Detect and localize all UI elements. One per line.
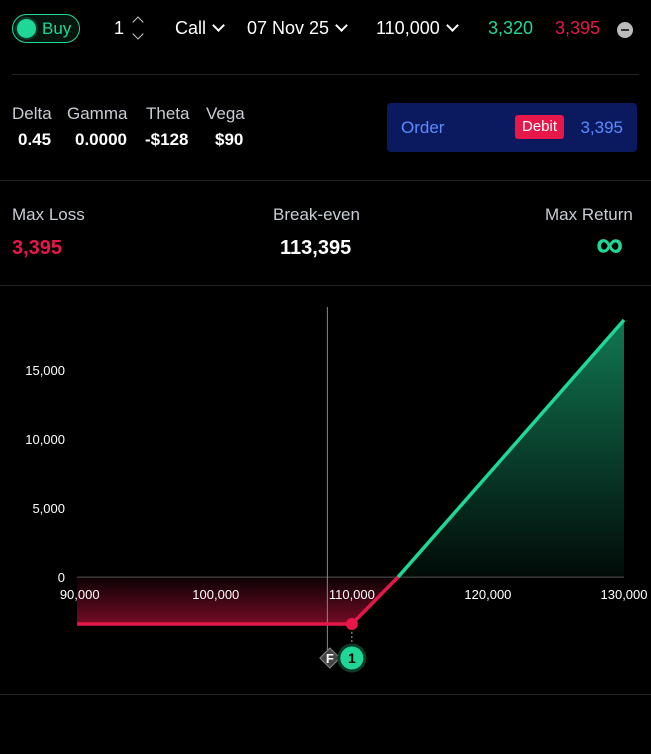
y-tick-label: 0 xyxy=(58,570,65,585)
quantity-value[interactable]: 1 xyxy=(114,18,124,39)
max-loss-value: 3,395 xyxy=(12,237,63,259)
order-summary[interactable]: Order Debit 3,395 xyxy=(387,103,637,152)
gamma-value: 0.0000 xyxy=(75,130,127,149)
buy-sell-toggle[interactable]: Buy xyxy=(12,14,80,43)
toggle-label: Buy xyxy=(42,19,72,38)
max-loss-label: Max Loss xyxy=(12,205,85,224)
x-tick-label: 110,000 xyxy=(329,587,375,602)
divider xyxy=(12,74,639,75)
debit-badge: Debit xyxy=(515,115,565,139)
bid-price[interactable]: 3,320 xyxy=(488,18,533,39)
option-type-select[interactable]: Call xyxy=(175,18,225,39)
chevron-down-icon xyxy=(212,19,225,32)
order-amount: 3,395 xyxy=(580,118,623,137)
strike-label: 110,000 xyxy=(376,18,440,38)
gamma-label: Gamma xyxy=(67,104,128,123)
theta-value: -$128 xyxy=(145,130,189,149)
divider xyxy=(0,694,651,695)
chevron-up-icon[interactable] xyxy=(132,16,144,28)
theta-label: Theta xyxy=(146,104,190,123)
remove-leg-button[interactable] xyxy=(617,22,633,38)
payoff-chart[interactable]: 0 5,000 10,000 15,000 90,000 100,000 110,000 12… xyxy=(0,285,651,695)
strike-point xyxy=(345,618,358,630)
x-tick-label: 90,000 xyxy=(60,587,100,602)
vega-label: Vega xyxy=(206,104,245,123)
y-tick-label: 10,000 xyxy=(25,432,65,447)
max-return-label: Max Return xyxy=(545,205,633,224)
expiry-label: 07 Nov 25 xyxy=(247,18,330,38)
expiry-select[interactable]: 07 Nov 25 xyxy=(247,18,348,39)
divider xyxy=(0,180,651,181)
y-tick-label: 5,000 xyxy=(32,501,65,516)
delta-value: 0.45 xyxy=(18,130,52,149)
option-type-label: Call xyxy=(175,18,207,38)
x-tick-label: 100,000 xyxy=(192,587,239,602)
strike-select[interactable]: 110,000 xyxy=(376,18,459,39)
x-tick-label: 130,000 xyxy=(601,587,648,602)
marker-f-label: F xyxy=(326,651,334,666)
order-label: Order xyxy=(401,118,445,137)
chevron-down-icon[interactable] xyxy=(132,28,144,40)
breakeven-label: Break-even xyxy=(273,205,360,224)
chevron-down-icon xyxy=(335,19,348,32)
chevron-down-icon xyxy=(445,19,459,32)
max-return-value: ∞ xyxy=(596,224,624,266)
x-tick-label: 120,000 xyxy=(464,587,511,602)
toggle-knob xyxy=(17,19,36,38)
vega-value: $90 xyxy=(215,130,244,149)
delta-label: Delta xyxy=(12,104,52,123)
y-tick-label: 15,000 xyxy=(25,363,65,378)
ask-price[interactable]: 3,395 xyxy=(555,18,600,39)
quantity-stepper[interactable] xyxy=(132,14,144,42)
marker-1-label: 1 xyxy=(348,650,356,666)
breakeven-value: 113,395 xyxy=(280,237,352,259)
